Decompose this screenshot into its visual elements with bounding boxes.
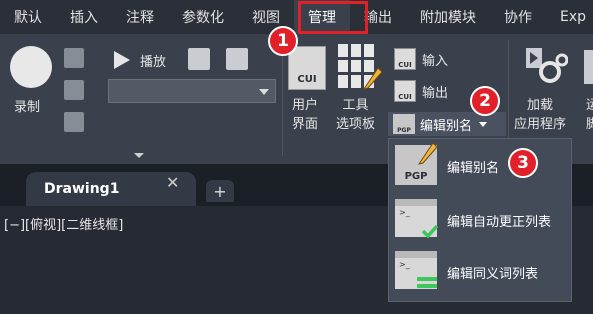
user-input-icon[interactable] bbox=[64, 112, 84, 132]
run-script-label[interactable]: 运 脚 bbox=[586, 96, 593, 134]
list-line bbox=[417, 284, 437, 288]
action-macro-select[interactable] bbox=[108, 79, 276, 103]
step-badge-3: 3 bbox=[508, 148, 538, 178]
load-application-label[interactable]: 加载 应用程序 bbox=[514, 96, 566, 134]
user-interface-line1: 用户 bbox=[292, 98, 319, 113]
close-icon[interactable]: ✕ bbox=[166, 173, 179, 192]
menu-item-edit-aliases[interactable]: PGP 编辑别名 bbox=[395, 142, 500, 187]
run-script-line1: 运 bbox=[586, 98, 593, 113]
list-line bbox=[417, 277, 437, 281]
tab-addins[interactable]: 附加模块 bbox=[406, 0, 490, 34]
load-application-icon[interactable] bbox=[524, 46, 568, 86]
load-app-line2: 应用程序 bbox=[514, 117, 567, 132]
record-icon[interactable] bbox=[10, 46, 52, 88]
play-label[interactable]: 播放 bbox=[140, 51, 166, 70]
tab-annotate[interactable]: 注释 bbox=[112, 0, 168, 34]
menu-item-edit-autocorrect[interactable]: >_ 编辑自动更正列表 bbox=[395, 199, 551, 241]
import-button[interactable]: CUI 输入 bbox=[394, 48, 448, 70]
export-button[interactable]: CUI 输出 bbox=[394, 80, 448, 102]
chevron-down-icon bbox=[479, 121, 488, 127]
drawing-tab-title: Drawing1 bbox=[44, 181, 120, 197]
cui-icon[interactable]: CUI bbox=[288, 46, 326, 90]
export-label: 输出 bbox=[422, 85, 449, 101]
record-label: 录制 bbox=[14, 100, 41, 115]
run-script-icon[interactable] bbox=[584, 50, 593, 84]
edit-aliases-label: 编辑别名 bbox=[420, 118, 473, 134]
panel-expand-icon[interactable] bbox=[134, 153, 144, 158]
step-badge-1: 1 bbox=[268, 26, 298, 56]
play-icon[interactable] bbox=[114, 51, 130, 69]
import-icon: CUI bbox=[394, 48, 416, 70]
action-manager-icon[interactable] bbox=[226, 48, 248, 70]
run-script-line2: 脚 bbox=[586, 117, 593, 132]
check-icon bbox=[421, 224, 439, 239]
tool-palettes-label[interactable]: 工具 选项板 bbox=[336, 96, 375, 134]
panel-divider bbox=[282, 40, 283, 156]
comment-icon[interactable] bbox=[64, 48, 84, 68]
export-icon: CUI bbox=[394, 80, 416, 102]
user-interface-label[interactable]: 用户 界面 bbox=[292, 96, 318, 134]
chevron-down-icon bbox=[259, 89, 269, 95]
user-interface-line2: 界面 bbox=[292, 117, 319, 132]
terminal-check-icon: >_ bbox=[395, 199, 439, 241]
action-edit-icon[interactable] bbox=[188, 48, 210, 70]
import-label: 输入 bbox=[422, 53, 449, 69]
menu-item-label: 编辑同义词列表 bbox=[447, 266, 539, 282]
viewport-controls[interactable]: [−][俯视][二维线框] bbox=[4, 214, 123, 233]
tab-default[interactable]: 默认 bbox=[0, 0, 56, 34]
pencil-icon bbox=[362, 67, 383, 90]
edit-aliases-dropdown-menu: PGP 编辑别名 >_ 编辑自动更正列表 >_ 编辑同义词列表 bbox=[388, 138, 572, 302]
pencil-icon bbox=[417, 142, 438, 165]
insert-message-icon[interactable] bbox=[64, 80, 84, 100]
terminal-list-icon: >_ bbox=[395, 251, 437, 293]
load-app-line1: 加载 bbox=[527, 98, 554, 113]
tab-collaborate[interactable]: 协作 bbox=[490, 0, 546, 34]
tool-palettes-line1: 工具 bbox=[342, 98, 369, 113]
new-tab-button[interactable]: + bbox=[206, 180, 234, 202]
menu-item-label: 编辑自动更正列表 bbox=[447, 214, 552, 230]
pgp-icon: PGP bbox=[395, 142, 438, 187]
tool-palettes-line2: 选项板 bbox=[336, 117, 376, 132]
tab-insert[interactable]: 插入 bbox=[56, 0, 112, 34]
cui-text: CUI bbox=[297, 74, 317, 85]
menu-item-edit-synonyms[interactable]: >_ 编辑同义词列表 bbox=[395, 251, 538, 293]
step-badge-2: 2 bbox=[470, 86, 500, 116]
tab-express[interactable]: Exp bbox=[546, 0, 593, 34]
pgp-icon: PGP bbox=[393, 114, 415, 134]
menu-item-label: 编辑别名 bbox=[447, 160, 500, 176]
ribbon-tab-bar: 默认 插入 注释 参数化 视图 管理 输出 附加模块 协作 Exp bbox=[0, 0, 593, 34]
tab-parametric[interactable]: 参数化 bbox=[168, 0, 238, 34]
manage-tab-highlight bbox=[298, 1, 368, 34]
